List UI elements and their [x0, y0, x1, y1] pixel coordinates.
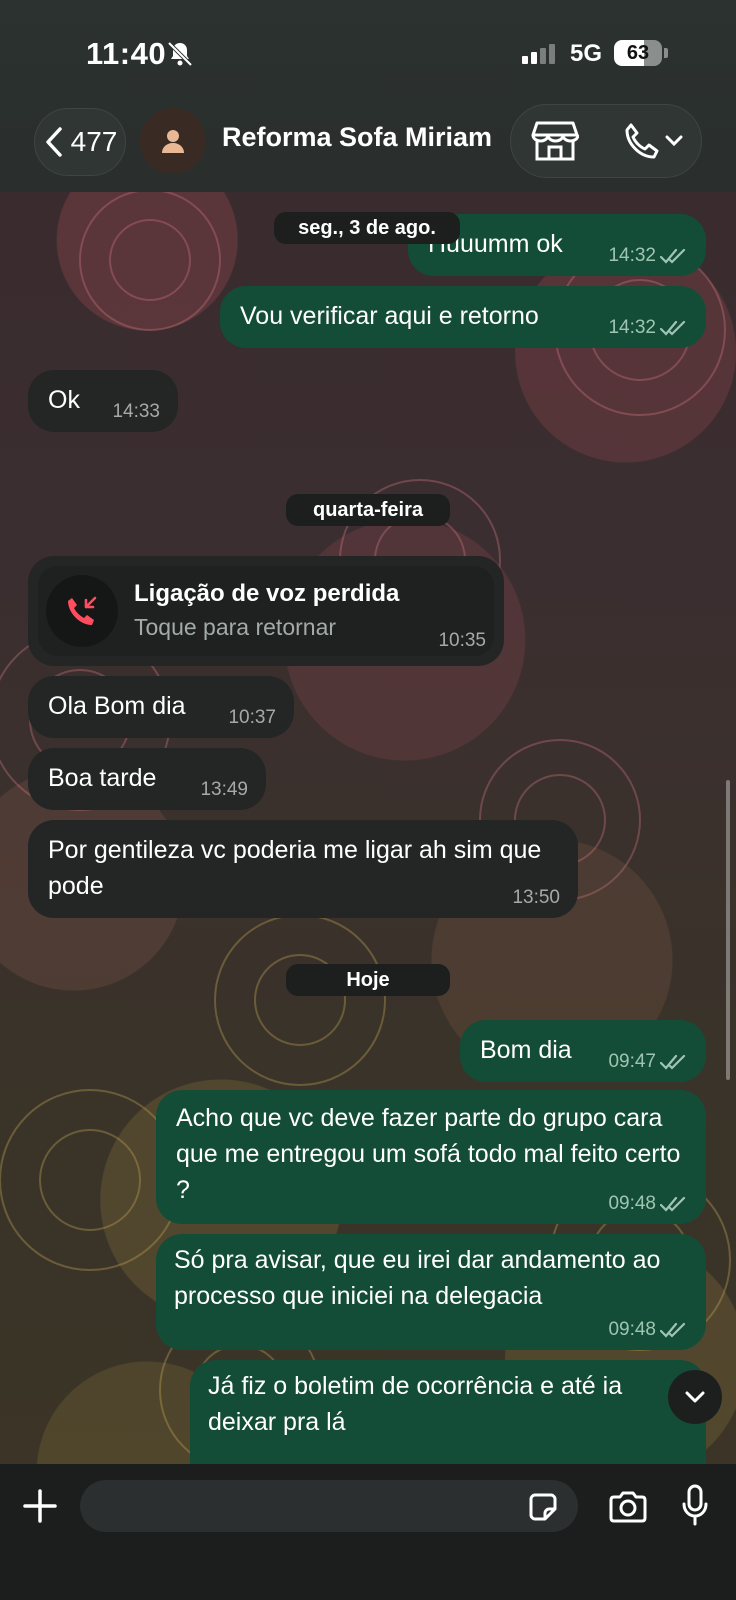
sticker-icon[interactable]	[526, 1490, 560, 1524]
chevron-left-icon	[45, 127, 62, 157]
message-meta: 09:47	[608, 1052, 688, 1072]
message-incoming[interactable]: Ok 14:33	[28, 370, 178, 432]
unread-count: 477	[70, 126, 118, 157]
missed-call-inner: Ligação de voz perdida Toque para retorn…	[38, 566, 494, 656]
top-header: 11:40 5G 63 477 Reforma Sofa Miriam	[0, 0, 736, 192]
message-text: Vou verificar aqui e retorno	[240, 302, 539, 330]
message-input-bar	[0, 1464, 736, 1600]
date-chip: Hoje	[286, 964, 450, 996]
message-outgoing[interactable]: Vou verificar aqui e retorno 14:32	[220, 286, 706, 348]
message-meta: 09:48	[608, 1320, 688, 1340]
missed-call-icon	[46, 575, 118, 647]
read-ticks-icon	[660, 1322, 686, 1338]
message-input[interactable]	[80, 1480, 578, 1532]
chevron-down-icon	[685, 1391, 705, 1403]
message-outgoing[interactable]: Bom dia 09:47	[460, 1020, 706, 1082]
message-outgoing[interactable]: Acho que vc deve fazer parte do grupo ca…	[156, 1090, 706, 1224]
chat-messages[interactable]: Huuumm ok 14:32 seg., 3 de ago. Vou veri…	[0, 192, 736, 1464]
message-meta: 13:49	[200, 780, 248, 800]
network-type: 5G	[570, 40, 603, 67]
missed-call-time: 10:35	[438, 630, 486, 651]
date-chip: quarta-feira	[286, 494, 450, 526]
message-text: Só pra avisar, que eu irei dar andamento…	[174, 1246, 661, 1310]
missed-call-title: Ligação de voz perdida	[134, 580, 400, 607]
read-ticks-icon	[660, 248, 686, 264]
message-outgoing[interactable]: Só pra avisar, que eu irei dar andamento…	[156, 1234, 706, 1350]
battery-tip	[664, 48, 668, 58]
message-text: Por gentileza vc poderia me ligar ah sim…	[48, 836, 542, 900]
chat-title[interactable]: Reforma Sofa Miriam	[222, 122, 492, 153]
read-ticks-icon	[660, 320, 686, 336]
message-meta: 14:32	[608, 246, 688, 266]
missed-call-subtitle: Toque para retornar	[134, 614, 337, 640]
message-time: 14:32	[608, 317, 656, 338]
message-time: 09:48	[608, 1319, 656, 1340]
message-time: 13:50	[512, 887, 560, 908]
read-ticks-icon	[660, 1054, 686, 1070]
message-time: 10:37	[228, 707, 276, 728]
status-bar: 11:40 5G 63	[0, 0, 736, 100]
plus-icon[interactable]	[22, 1488, 58, 1524]
back-button[interactable]: 477	[34, 108, 126, 176]
scroll-indicator[interactable]	[726, 780, 730, 1080]
message-text: Ola Bom dia	[48, 692, 186, 720]
camera-icon[interactable]	[608, 1490, 648, 1524]
battery-icon: 63	[614, 40, 662, 66]
date-chip: seg., 3 de ago.	[274, 212, 460, 244]
message-meta: 14:33	[112, 402, 160, 422]
message-time: 09:48	[608, 1193, 656, 1214]
message-outgoing[interactable]: Já fiz o boletim de ocorrência e até ia …	[190, 1360, 706, 1464]
message-text: Boa tarde	[48, 764, 157, 792]
avatar-person-icon	[162, 130, 184, 153]
message-text: Acho que vc deve fazer parte do grupo ca…	[176, 1104, 681, 1204]
message-time: 14:33	[112, 401, 160, 422]
message-time: 09:47	[608, 1051, 656, 1072]
chevron-down-icon	[665, 135, 683, 147]
call-button[interactable]	[621, 119, 687, 163]
scroll-to-bottom-button[interactable]	[668, 1370, 722, 1424]
phone-icon	[625, 123, 659, 159]
signal-icon	[522, 44, 555, 64]
microphone-icon[interactable]	[682, 1484, 708, 1526]
contact-avatar[interactable]	[140, 108, 206, 174]
status-time: 11:40	[86, 36, 167, 71]
battery-percent: 63	[626, 42, 650, 64]
message-incoming[interactable]: Por gentileza vc poderia me ligar ah sim…	[28, 820, 578, 918]
message-incoming[interactable]: Boa tarde 13:49	[28, 748, 266, 810]
message-meta: 10:37	[228, 708, 276, 728]
message-text: Já fiz o boletim de ocorrência e até ia …	[208, 1372, 623, 1436]
store-icon[interactable]	[531, 119, 579, 163]
message-text: Bom dia	[480, 1036, 572, 1064]
header-actions	[510, 104, 702, 178]
message-incoming[interactable]: Ola Bom dia 10:37	[28, 676, 294, 738]
read-ticks-icon	[660, 1196, 686, 1212]
missed-call-card[interactable]: Ligação de voz perdida Toque para retorn…	[28, 556, 504, 666]
message-time: 13:49	[200, 779, 248, 800]
message-meta: 09:48	[608, 1194, 688, 1214]
bell-off-icon	[167, 41, 193, 67]
message-meta: 14:32	[608, 318, 688, 338]
message-text: Ok	[48, 386, 80, 414]
message-time: 14:32	[608, 245, 656, 266]
message-meta: 13:50	[512, 888, 560, 908]
